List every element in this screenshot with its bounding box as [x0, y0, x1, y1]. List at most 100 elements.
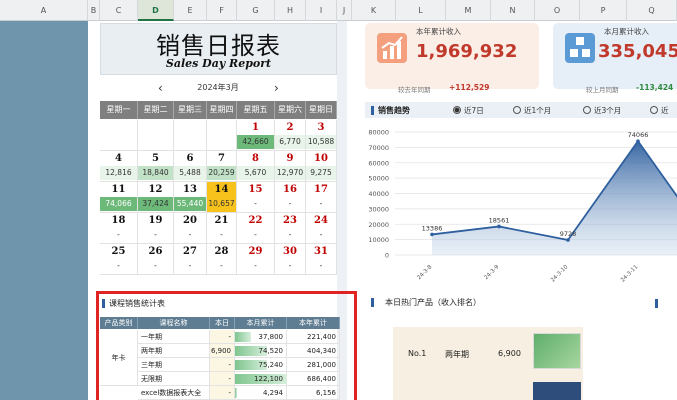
calendar-day-25[interactable]: 25 -	[100, 244, 138, 275]
calendar-day-14[interactable]: 14 10,657	[207, 182, 237, 213]
column-header-n[interactable]: N	[491, 0, 535, 21]
calendar-day-6[interactable]: 6 5,488	[174, 151, 207, 182]
weekday-header: 星期一	[100, 101, 138, 119]
day-number: 10	[314, 153, 328, 164]
weekday-header: 星期四	[207, 101, 237, 119]
data-point[interactable]	[636, 139, 640, 143]
column-header-k[interactable]: K	[352, 0, 396, 21]
column-header-e[interactable]: E	[174, 0, 207, 21]
calendar-day-13[interactable]: 13 55,440	[174, 182, 207, 213]
day-sales-value: 10,588	[306, 135, 336, 149]
calendar-day-1[interactable]: 1 42,660	[237, 120, 275, 151]
range-option-7d[interactable]: 近7日	[453, 105, 484, 116]
range-option-1m[interactable]: 近1个月	[513, 105, 551, 116]
range-option-label: 近3个月	[594, 106, 622, 115]
range-option-3m[interactable]: 近3个月	[583, 105, 621, 116]
course-name: excel数据报表大全	[138, 386, 210, 400]
month-revenue-label: 本月累计收入	[604, 27, 649, 36]
column-header-a[interactable]: A	[0, 0, 88, 21]
column-header-j[interactable]: J	[337, 0, 352, 21]
calendar-day-4[interactable]: 4 12,816	[100, 151, 138, 182]
calendar-day-11[interactable]: 11 74,066	[100, 182, 138, 213]
calendar-day-28[interactable]: 28 -	[207, 244, 237, 275]
course-month: 4,294	[235, 386, 287, 400]
calendar-day-24[interactable]: 24 -	[306, 213, 337, 244]
day-sales-value: -	[188, 261, 192, 270]
column-header-q[interactable]: Q	[627, 0, 677, 21]
y-tick-label: 30000	[368, 205, 389, 213]
calendar-day-15[interactable]: 15 -	[237, 182, 275, 213]
calendar-day-27[interactable]: 27 -	[174, 244, 207, 275]
data-point[interactable]	[497, 224, 501, 229]
y-tick-label: 20000	[368, 221, 389, 229]
product-thumbnail	[533, 382, 581, 400]
section-marker	[655, 299, 658, 308]
calendar-day-22[interactable]: 22 -	[237, 213, 275, 244]
calendar-day-16[interactable]: 16 -	[275, 182, 306, 213]
calendar-day-3[interactable]: 3 10,588	[306, 120, 337, 151]
day-sales-value	[174, 135, 206, 149]
column-header-g[interactable]: G	[237, 0, 275, 21]
month-data-bar	[235, 332, 252, 342]
calendar-day-20[interactable]: 20 -	[174, 213, 207, 244]
range-option-more[interactable]: 近	[650, 105, 669, 116]
column-header-l[interactable]: L	[396, 0, 446, 21]
hot-rank: No.1	[408, 349, 427, 358]
course-stats-table: 产品类别 课程名称 本日 本月累计 本年累计 年卡 一年期 -37,800 221,400 两年期…	[100, 317, 340, 400]
day-number: 23	[283, 215, 297, 226]
column-header-o[interactable]: O	[535, 0, 580, 21]
course-header-cell: 本年累计	[287, 317, 340, 329]
next-month-icon[interactable]: ›	[274, 79, 279, 97]
calendar-day-2[interactable]: 2 6,770	[275, 120, 306, 151]
calendar-empty	[100, 120, 138, 151]
column-header-i[interactable]: I	[306, 0, 337, 21]
day-number: 12	[148, 184, 163, 195]
calendar-day-18[interactable]: 18 -	[100, 213, 138, 244]
weekday-header: 星期六	[275, 101, 306, 119]
day-sales-value: -	[254, 230, 257, 239]
course-year: 404,340	[287, 344, 340, 358]
day-sales-value: 5,670	[237, 166, 274, 180]
month-data-bar	[235, 388, 238, 398]
column-header-f[interactable]: F	[207, 0, 237, 21]
calendar-day-26[interactable]: 26 -	[138, 244, 174, 275]
day-number: 7	[218, 153, 225, 164]
data-point[interactable]	[566, 238, 570, 242]
data-point[interactable]	[430, 232, 434, 237]
column-header-p[interactable]: P	[580, 0, 627, 21]
calendar-day-29[interactable]: 29 -	[237, 244, 275, 275]
calendar-day-8[interactable]: 8 5,670	[237, 151, 275, 182]
calendar-day-21[interactable]: 21 -	[207, 213, 237, 244]
day-number: 20	[183, 215, 197, 226]
column-header-h[interactable]: H	[275, 0, 306, 21]
course-today: -	[210, 372, 235, 386]
course-name: 三年期	[138, 358, 210, 372]
calendar-day-12[interactable]: 12 37,424	[138, 182, 174, 213]
column-header-c[interactable]: C	[100, 0, 138, 21]
calendar-day-10[interactable]: 10 9,275	[306, 151, 337, 182]
column-header-b[interactable]: B	[88, 0, 100, 21]
calendar-day-17[interactable]: 17 -	[306, 182, 337, 213]
section-marker	[371, 298, 374, 307]
calendar-day-7[interactable]: 7 20,259	[207, 151, 237, 182]
day-number: 6	[186, 153, 194, 164]
day-number: 28	[214, 246, 229, 257]
day-sales-value: -	[117, 261, 120, 270]
calendar-day-19[interactable]: 19 -	[138, 213, 174, 244]
weekday-header: 星期五	[237, 101, 275, 119]
prev-month-icon[interactable]: ‹	[158, 79, 163, 97]
calendar-day-5[interactable]: 5 18,840	[138, 151, 174, 182]
cubes-icon	[565, 33, 595, 63]
month-revenue-card: 本月累计收入 335,045	[553, 23, 677, 89]
data-label: 9728	[560, 230, 577, 238]
calendar-day-23[interactable]: 23 -	[275, 213, 306, 244]
course-title-row: 课程销售统计表	[102, 297, 342, 311]
data-label: 74066	[628, 131, 649, 139]
column-header-m[interactable]: M	[446, 0, 491, 21]
calendar-day-31[interactable]: 31 -	[306, 244, 337, 275]
course-today: -	[210, 386, 235, 400]
range-option-label: 近7日	[464, 106, 484, 115]
column-header-d[interactable]: D	[138, 0, 174, 21]
calendar-day-9[interactable]: 9 12,970	[275, 151, 306, 182]
calendar-day-30[interactable]: 30 -	[275, 244, 306, 275]
